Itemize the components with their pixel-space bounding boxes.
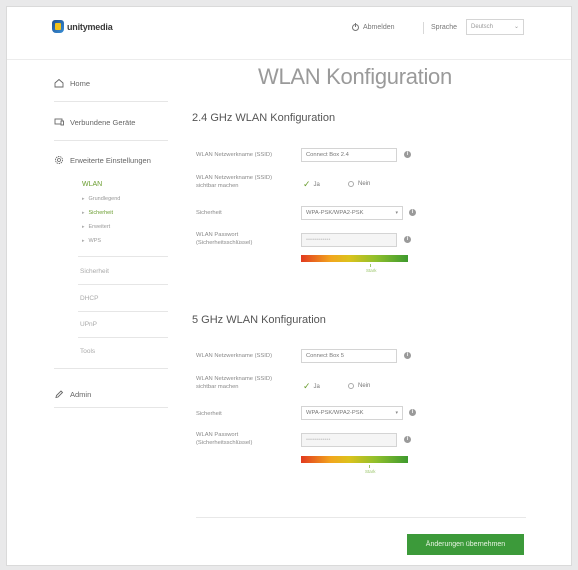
sidebar-subitem-sicherheit[interactable]: ▸ Sicherheit xyxy=(82,210,113,216)
password-input-5ghz[interactable]: •••••••••••• xyxy=(301,433,397,447)
sidebar-subitem-label: Grundlegend xyxy=(88,196,121,202)
security-select-24ghz[interactable]: WPA-PSK/WPA2-PSK ▾ xyxy=(301,206,403,220)
logo-text: unitymedia xyxy=(67,21,113,32)
strength-marker xyxy=(370,264,371,267)
info-icon[interactable]: i xyxy=(404,352,411,359)
ssid-visible-no-radio[interactable]: Nein xyxy=(348,383,370,389)
sidebar-item-advanced-settings[interactable]: Erweiterte Einstellungen xyxy=(54,155,151,165)
sidebar-subitem-label: Sicherheit xyxy=(88,210,113,216)
page-title: WLAN Konfiguration xyxy=(258,64,452,89)
chevron-right-icon: ▸ xyxy=(82,224,85,230)
logout-label: Abmelden xyxy=(363,24,395,31)
sidebar-subitem-label: Erweitert xyxy=(88,224,111,230)
strength-marker xyxy=(369,465,370,468)
ssid-input-24ghz[interactable]: Connect Box 2.4 xyxy=(301,148,397,162)
ssid-input-5ghz[interactable]: Connect Box 5 xyxy=(301,349,397,363)
sidebar-divider xyxy=(78,256,168,257)
sidebar-label-home: Home xyxy=(70,78,91,88)
devices-icon xyxy=(54,117,64,127)
section-title-24ghz: 2.4 GHz WLAN Konfiguration xyxy=(192,112,336,124)
chevron-down-icon: ⌄ xyxy=(513,24,519,30)
logo[interactable]: unitymedia xyxy=(52,20,113,33)
sidebar-divider xyxy=(54,140,168,141)
logout-button[interactable]: Abmelden xyxy=(352,23,395,31)
radio-label: Nein xyxy=(358,181,371,187)
sidebar-label-admin: Admin xyxy=(70,389,92,399)
info-icon[interactable]: i xyxy=(404,236,411,243)
security-label: Sicherheit xyxy=(196,210,222,216)
unitymedia-logo-icon xyxy=(52,20,64,33)
ssid-visible-yes-radio[interactable]: ✓ Ja xyxy=(303,381,320,392)
strength-label: Stark xyxy=(366,268,377,273)
sidebar-item-home[interactable]: Home xyxy=(54,78,90,88)
sidebar-item-admin[interactable]: Admin xyxy=(54,389,91,399)
checkmark-icon: ✓ xyxy=(303,381,311,391)
chevron-down-icon: ▾ xyxy=(395,410,398,416)
info-icon[interactable]: i xyxy=(404,151,411,158)
ssid-visible-label: WLAN Netzwerkname (SSID) sichtbar machen xyxy=(196,376,273,390)
sidebar-subitem-erweitert[interactable]: ▸ Erweitert xyxy=(82,224,110,230)
radio-circle-icon xyxy=(348,383,354,389)
footer-divider xyxy=(196,517,526,518)
apply-changes-button[interactable]: Änderungen übernehmen xyxy=(407,534,524,555)
password-label: WLAN Passwort (Sicherheitsschlüssel) xyxy=(196,432,253,446)
ssid-visible-no-radio[interactable]: Nein xyxy=(348,181,370,187)
sidebar-item-wlan[interactable]: WLAN xyxy=(82,181,102,188)
sidebar-divider xyxy=(78,337,168,338)
gear-icon xyxy=(54,155,64,165)
info-icon[interactable]: i xyxy=(409,409,416,416)
security-value: WPA-PSK/WPA2-PSK xyxy=(306,210,364,216)
password-strength-meter-5ghz xyxy=(301,456,408,463)
sidebar-divider xyxy=(78,284,168,285)
language-select[interactable]: Deutsch ⌄ xyxy=(466,19,524,35)
ssid-visible-label: WLAN Netzwerkname (SSID) sichtbar machen xyxy=(196,175,273,189)
password-input-24ghz[interactable]: •••••••••••• xyxy=(301,233,397,247)
ssid-label: WLAN Netzwerkname (SSID) xyxy=(196,353,273,359)
sidebar-item-sicherheit[interactable]: Sicherheit xyxy=(80,268,109,275)
password-label: WLAN Passwort (Sicherheitsschlüssel) xyxy=(196,232,253,246)
sidebar-item-connected-devices[interactable]: Verbundene Geräte xyxy=(54,117,135,127)
sidebar-divider xyxy=(54,368,168,369)
sidebar-divider xyxy=(78,311,168,312)
sidebar-divider xyxy=(54,101,168,102)
ssid-visible-yes-radio[interactable]: ✓ Ja xyxy=(303,179,320,190)
sidebar-divider xyxy=(54,407,168,408)
info-icon[interactable]: i xyxy=(404,436,411,443)
password-strength-meter-24ghz xyxy=(301,255,408,262)
sidebar-item-dhcp[interactable]: DHCP xyxy=(80,295,98,302)
power-icon xyxy=(352,23,359,31)
chevron-down-icon: ▾ xyxy=(395,210,398,216)
security-label: Sicherheit xyxy=(196,411,222,417)
sidebar-subitem-grundlegend[interactable]: ▸ Grundlegend xyxy=(82,196,120,202)
sidebar-subitem-label: WPS xyxy=(88,238,102,244)
strength-label: Stark xyxy=(365,469,376,474)
checkmark-icon: ✓ xyxy=(303,179,311,189)
radio-label: Ja xyxy=(313,181,320,188)
section-title-5ghz: 5 GHz WLAN Konfiguration xyxy=(192,314,326,326)
chevron-right-icon: ▸ xyxy=(82,238,85,244)
pencil-icon xyxy=(54,389,64,399)
chevron-right-icon: ▸ xyxy=(82,210,85,216)
header-divider xyxy=(423,22,424,34)
sidebar-subitem-wps[interactable]: ▸ WPS xyxy=(82,238,101,244)
sidebar-item-tools[interactable]: Tools xyxy=(80,348,95,355)
radio-label: Ja xyxy=(313,383,320,390)
page-frame xyxy=(6,6,572,566)
home-icon xyxy=(54,78,64,88)
radio-circle-icon xyxy=(348,181,354,187)
security-value: WPA-PSK/WPA2-PSK xyxy=(306,410,364,416)
security-select-5ghz[interactable]: WPA-PSK/WPA2-PSK ▾ xyxy=(301,406,403,420)
sidebar-label-advanced-settings: Erweiterte Einstellungen xyxy=(70,155,151,165)
language-value: Deutsch xyxy=(471,24,494,30)
ssid-label: WLAN Netzwerkname (SSID) xyxy=(196,152,273,158)
chevron-right-icon: ▸ xyxy=(82,196,85,202)
language-label: Sprache xyxy=(431,24,458,31)
radio-label: Nein xyxy=(358,383,371,389)
sidebar-label-connected-devices: Verbundene Geräte xyxy=(70,117,136,127)
info-icon[interactable]: i xyxy=(409,209,416,216)
sidebar-item-upnp[interactable]: UPnP xyxy=(80,321,97,328)
